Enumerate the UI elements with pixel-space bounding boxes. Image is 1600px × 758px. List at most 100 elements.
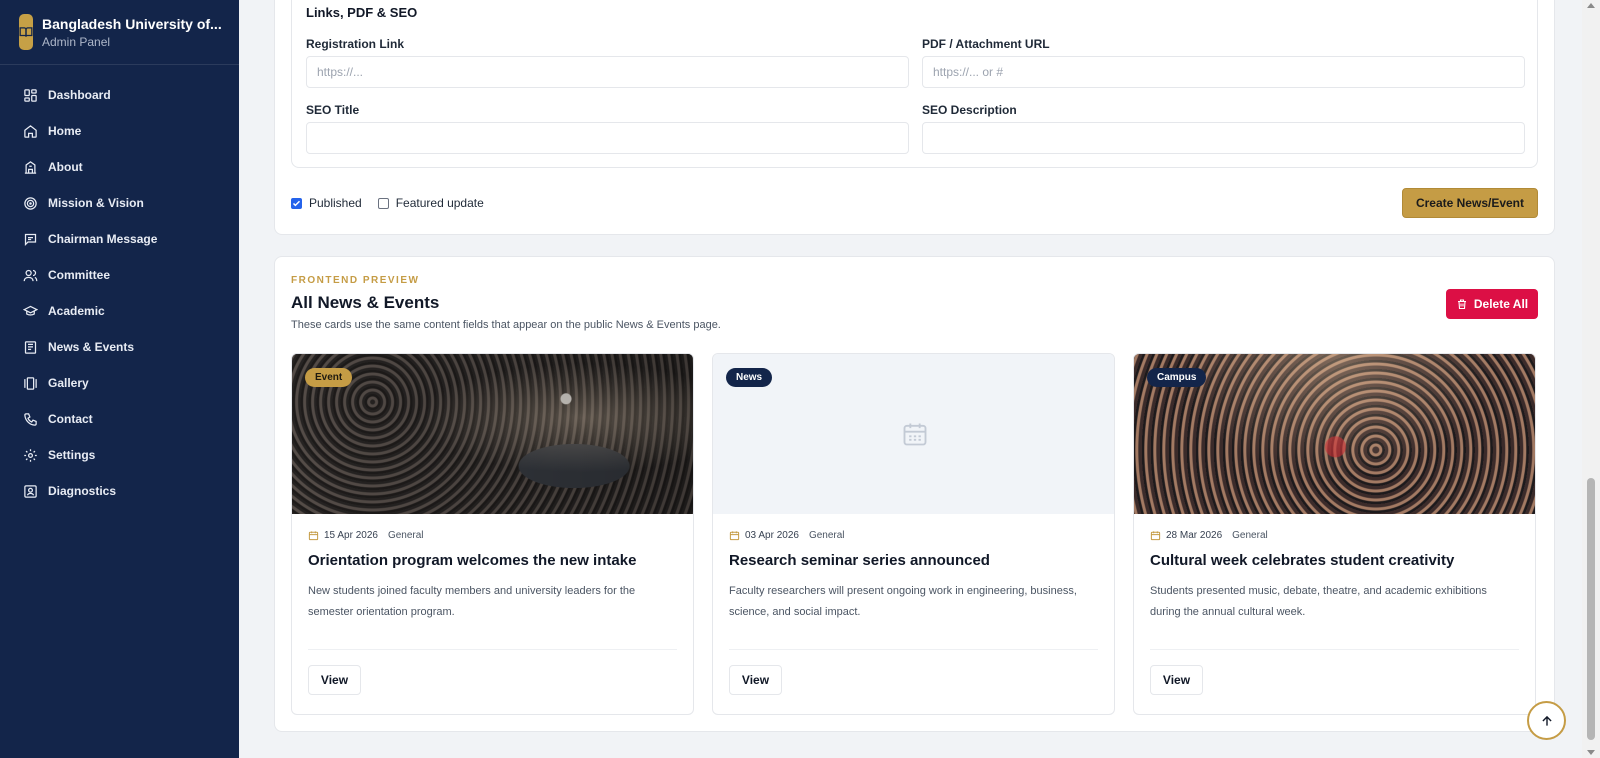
section-title: Links, PDF & SEO xyxy=(306,5,418,20)
news-card-date: 15 Apr 2026 xyxy=(324,530,378,541)
news-card-date: 28 Mar 2026 xyxy=(1166,530,1223,541)
message-icon xyxy=(24,233,37,246)
news-card-title: Cultural week celebrates student creativ… xyxy=(1150,552,1455,569)
seo-title-label: SEO Title xyxy=(306,103,360,117)
graduation-cap-icon xyxy=(23,305,38,316)
calendar-icon xyxy=(308,531,319,541)
news-card-badge: Event xyxy=(305,368,353,387)
news-card-badge: Campus xyxy=(1147,368,1207,387)
brand-subtitle: Admin Panel xyxy=(42,34,111,49)
scroll-up-arrow-icon[interactable] xyxy=(1587,3,1595,8)
sidebar-item-dashboard[interactable]: Dashboard xyxy=(0,77,239,113)
sidebar-item-home[interactable]: Home xyxy=(0,113,239,149)
sidebar-item-contact[interactable]: Contact xyxy=(0,401,239,437)
newspaper-icon xyxy=(24,340,37,354)
news-card-description: New students joined faculty members and … xyxy=(308,585,636,618)
preview-subtitle: These cards use the same content fields … xyxy=(291,319,721,331)
scrollbar-thumb[interactable] xyxy=(1587,478,1595,740)
news-card-title: Research seminar series announced xyxy=(729,552,990,569)
frontend-preview-card: FRONTEND PREVIEW All News & Events These… xyxy=(274,256,1555,732)
sidebar-item-diagnostics[interactable]: Diagnostics xyxy=(0,473,239,509)
sidebar-item-settings[interactable]: Settings xyxy=(0,437,239,473)
sidebar-item-label: Contact xyxy=(48,412,93,426)
news-card-description: Faculty researchers will present ongoing… xyxy=(729,585,1077,618)
news-card-divider xyxy=(308,649,677,650)
news-card-view-button[interactable]: View xyxy=(729,665,782,695)
news-card-badge: News xyxy=(726,368,773,387)
calendar-icon xyxy=(729,531,740,541)
news-card-view-button[interactable]: View xyxy=(1150,665,1203,695)
pdf-url-label: PDF / Attachment URL xyxy=(922,37,1050,51)
news-card-description: Students presented music, debate, theatr… xyxy=(1150,585,1487,618)
delete-all-button[interactable]: Delete All xyxy=(1446,289,1538,319)
sidebar-item-chairman-message[interactable]: Chairman Message xyxy=(0,221,239,257)
sidebar-item-label: Home xyxy=(48,124,82,138)
featured-checkbox[interactable] xyxy=(377,197,389,209)
sidebar-item-label: Gallery xyxy=(48,376,89,390)
sidebar-item-label: News & Events xyxy=(48,340,135,354)
calendar-icon xyxy=(1150,531,1161,541)
news-form-card: Links, PDF & SEO Registration Link PDF /… xyxy=(274,0,1555,235)
calendar-placeholder-icon xyxy=(903,423,926,446)
featured-label[interactable]: Featured update xyxy=(396,196,484,210)
news-card-divider xyxy=(1150,649,1519,650)
check-icon xyxy=(292,200,301,206)
news-card-date: 03 Apr 2026 xyxy=(745,530,799,541)
sidebar-item-about[interactable]: About xyxy=(0,149,239,185)
diagnostics-icon xyxy=(24,484,37,498)
options-row: Published Featured update xyxy=(291,196,484,210)
news-card-view-button[interactable]: View xyxy=(308,665,361,695)
pdf-url-input[interactable] xyxy=(922,56,1525,88)
brand[interactable]: Bangladesh University of... Admin Panel xyxy=(0,0,239,65)
sidebar-item-label: Dashboard xyxy=(48,88,111,102)
seo-title-input[interactable] xyxy=(306,122,909,154)
news-card-meta: 28 Mar 2026 General xyxy=(1150,530,1268,541)
news-card-image-placeholder xyxy=(713,354,1114,514)
gallery-icon xyxy=(24,376,37,390)
gear-icon xyxy=(24,448,37,462)
seo-description-input[interactable] xyxy=(922,122,1525,154)
sidebar-item-label: Mission & Vision xyxy=(48,196,144,210)
create-news-event-button[interactable]: Create News/Event xyxy=(1401,188,1538,218)
target-icon xyxy=(24,196,37,210)
registration-link-input[interactable] xyxy=(306,56,909,88)
sidebar-item-label: Committee xyxy=(48,268,111,282)
users-icon xyxy=(23,269,38,281)
sidebar-item-label: About xyxy=(48,160,83,174)
sidebar-item-label: Chairman Message xyxy=(48,232,158,246)
sidebar-item-gallery[interactable]: Gallery xyxy=(0,365,239,401)
book-logo-icon xyxy=(19,14,33,50)
arrow-up-icon xyxy=(1541,715,1552,726)
sidebar-item-news-events[interactable]: News & Events xyxy=(0,329,239,365)
news-card-category: General xyxy=(1232,530,1268,541)
sidebar-item-academic[interactable]: Academic xyxy=(0,293,239,329)
scroll-down-arrow-icon[interactable] xyxy=(1587,750,1595,755)
preview-title: All News & Events xyxy=(291,293,440,312)
published-checkbox[interactable] xyxy=(291,197,302,209)
news-card-meta: 03 Apr 2026 General xyxy=(729,530,845,541)
trash-icon xyxy=(1457,299,1466,310)
home-icon xyxy=(24,124,37,138)
back-to-top-button[interactable] xyxy=(1527,701,1566,740)
delete-all-label: Delete All xyxy=(1473,297,1529,311)
seo-description-label: SEO Description xyxy=(922,103,1017,117)
sidebar-item-mission-vision[interactable]: Mission & Vision xyxy=(0,185,239,221)
news-cards-grid: Event 15 Apr 2026 General Orientation pr… xyxy=(291,353,1536,715)
page-scrollbar[interactable] xyxy=(1582,0,1600,758)
news-card-image xyxy=(292,354,693,514)
sidebar-item-committee[interactable]: Committee xyxy=(0,257,239,293)
brand-title: Bangladesh University of... xyxy=(42,15,222,32)
dashboard-icon xyxy=(24,88,37,102)
links-seo-section: Links, PDF & SEO Registration Link PDF /… xyxy=(291,0,1538,168)
news-card-category: General xyxy=(808,530,845,541)
news-card: Event 15 Apr 2026 General Orientation pr… xyxy=(291,353,694,715)
news-card-title: Orientation program welcomes the new int… xyxy=(308,552,637,569)
sidebar-item-label: Diagnostics xyxy=(48,484,117,498)
main-content: Links, PDF & SEO Registration Link PDF /… xyxy=(239,0,1582,758)
news-card-divider xyxy=(729,649,1098,650)
sidebar: Bangladesh University of... Admin Panel … xyxy=(0,0,239,758)
sidebar-item-label: Settings xyxy=(48,448,96,462)
news-card: News 03 Apr 2026 General Research semina… xyxy=(712,353,1115,715)
published-label[interactable]: Published xyxy=(309,196,362,210)
registration-link-label: Registration Link xyxy=(306,37,405,51)
